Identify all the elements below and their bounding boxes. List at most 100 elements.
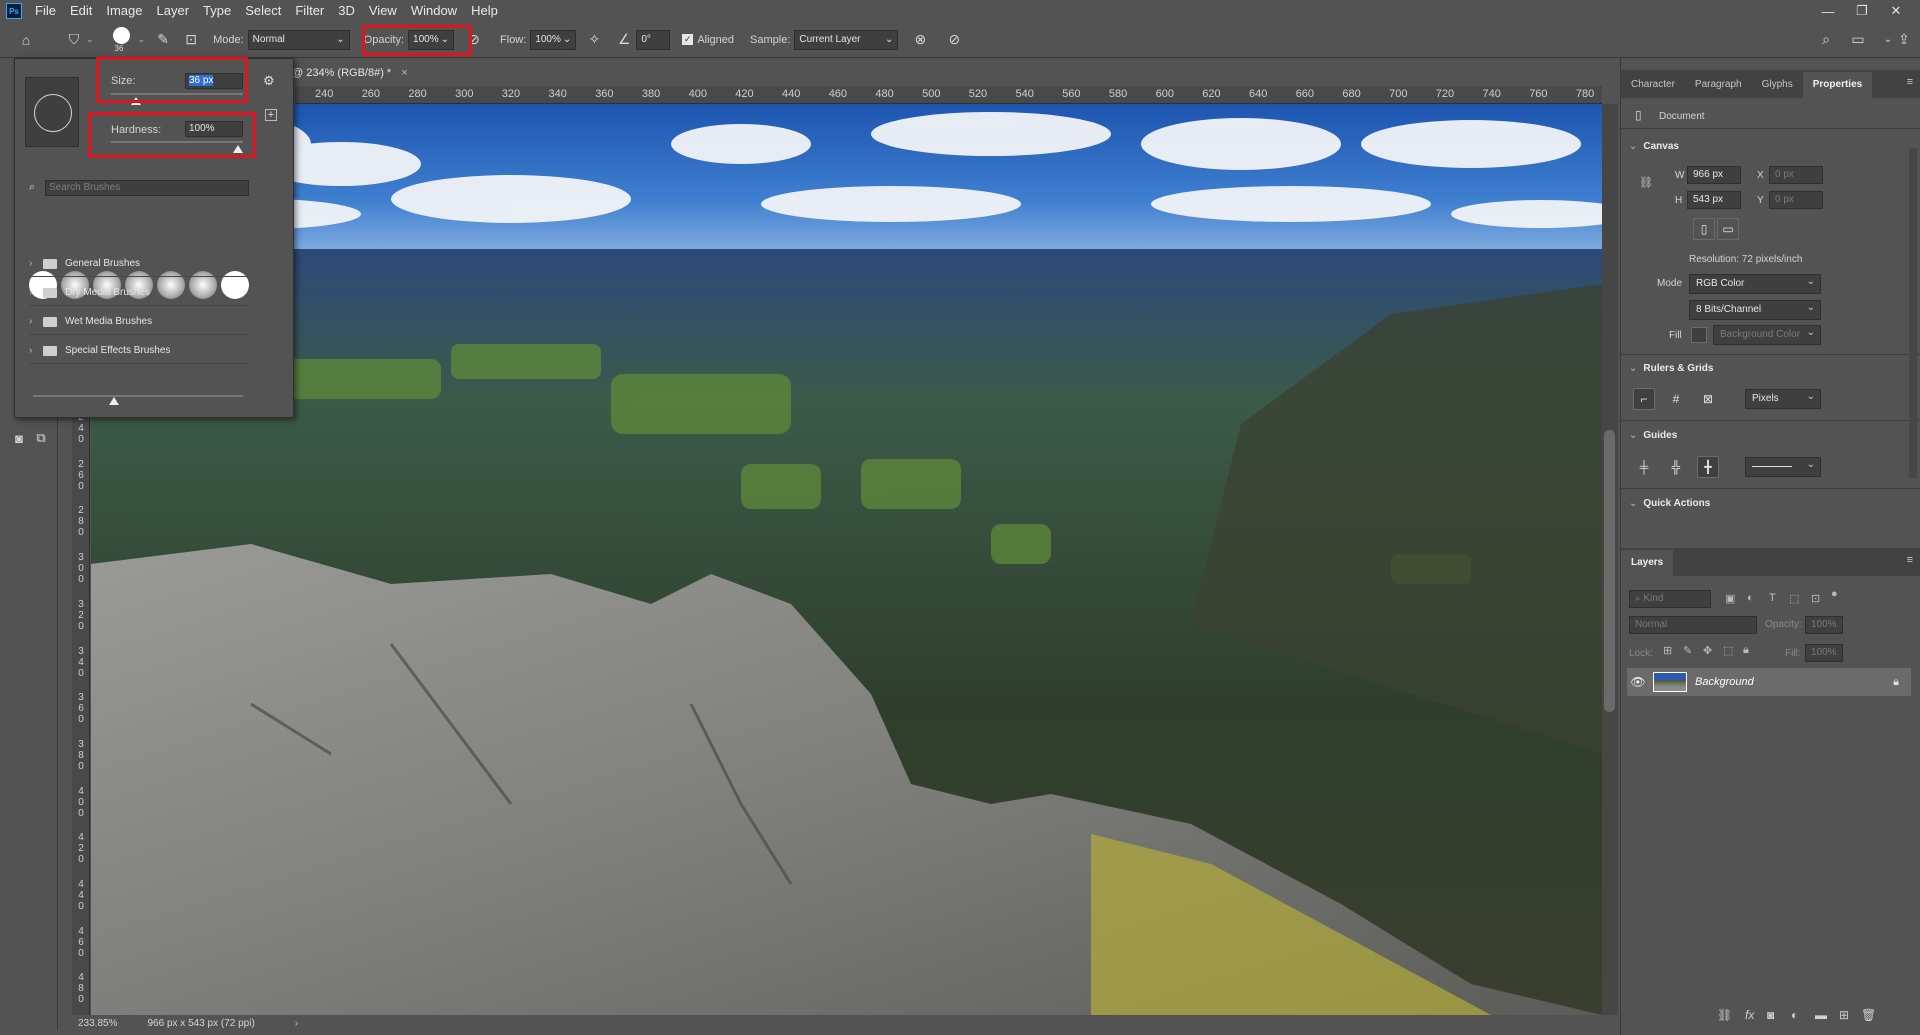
guides-section-title[interactable]: ⌄ Guides — [1629, 430, 1677, 441]
layer-name[interactable]: Background — [1695, 676, 1754, 688]
workspace-icon[interactable]: ▭ — [1846, 28, 1870, 52]
panel-menu-icon[interactable]: ≡ — [1907, 76, 1913, 88]
smart-guides-icon[interactable]: ╋ — [1697, 456, 1719, 478]
trash-icon[interactable]: 🗑︎ — [1861, 1008, 1876, 1022]
pixel-grid-icon[interactable]: ⊠ — [1697, 388, 1719, 410]
menu-help[interactable]: Help — [464, 0, 505, 22]
clone-source-icon[interactable]: ⊡ — [179, 28, 203, 52]
photoshop-logo[interactable]: Ps — [6, 3, 22, 19]
pressure-size-icon[interactable]: ⊘ — [942, 28, 966, 52]
menu-3d[interactable]: 3D — [331, 0, 362, 22]
menu-image[interactable]: Image — [99, 0, 149, 22]
lock-icon[interactable]: 🔒︎ — [1893, 676, 1899, 689]
airbrush-icon[interactable]: ✧ — [582, 28, 606, 52]
properties-scrollbar[interactable] — [1909, 148, 1917, 478]
quick-mask-icon[interactable]: ◙ — [8, 428, 30, 448]
brush-preset-picker[interactable]: 36 — [106, 24, 138, 56]
height-input[interactable]: 543 px — [1687, 191, 1741, 209]
mode-select[interactable]: Normal ⌄ — [247, 29, 350, 50]
canvas-section-title[interactable]: ⌄ Canvas — [1629, 141, 1679, 152]
blend-mode-select[interactable]: Normal — [1629, 616, 1757, 634]
search-icon[interactable]: ⌕ — [1814, 28, 1838, 52]
preview-size-slider-track[interactable] — [33, 395, 243, 397]
menu-window[interactable]: Window — [404, 0, 464, 22]
menu-select[interactable]: Select — [238, 0, 288, 22]
layer-mask-icon[interactable]: ◙ — [1767, 1008, 1774, 1022]
link-icon[interactable]: ⛓ — [1639, 176, 1653, 189]
landscape-orientation-icon[interactable]: ▭ — [1717, 218, 1739, 240]
smart-object-filter-icon[interactable]: ⊡ — [1811, 592, 1820, 605]
brush-folder[interactable]: › General Brushes — [29, 251, 249, 277]
minimize-button[interactable]: — — [1812, 0, 1844, 22]
lock-transparency-icon[interactable]: ⊞ — [1663, 644, 1672, 657]
menu-type[interactable]: Type — [196, 0, 238, 22]
brush-folder[interactable]: › Dry Media Brushes — [29, 280, 249, 306]
adjustment-layer-icon[interactable]: ◐ — [1791, 1008, 1798, 1022]
brush-folder[interactable]: › Special Effects Brushes — [29, 338, 249, 364]
fill-swatch[interactable] — [1691, 327, 1707, 343]
ruler-units-select[interactable]: Pixels — [1745, 388, 1821, 409]
tab-glyphs[interactable]: Glyphs — [1752, 72, 1803, 98]
quick-actions-section-title[interactable]: ⌄ Quick Actions — [1629, 498, 1710, 509]
share-icon[interactable]: ⇪ — [1892, 28, 1916, 52]
guides-toggle-icon[interactable]: ╪ — [1633, 456, 1655, 478]
shape-filter-icon[interactable]: ⬚ — [1789, 592, 1799, 605]
width-input[interactable]: 966 px — [1687, 166, 1741, 184]
flow-input[interactable]: 100% ⌄ — [530, 29, 577, 50]
layer-kind-filter[interactable]: ⌕ Kind — [1629, 590, 1711, 608]
lock-position-icon[interactable]: ✥ — [1703, 644, 1712, 657]
grid-toggle-icon[interactable]: # — [1665, 388, 1687, 410]
pixel-filter-icon[interactable]: ▣ — [1725, 592, 1735, 605]
tab-character[interactable]: Character — [1621, 72, 1685, 98]
home-icon[interactable]: ⌂ — [14, 28, 38, 52]
gear-icon[interactable]: ⚙ — [263, 73, 275, 89]
vertical-scrollbar-thumb[interactable] — [1604, 430, 1615, 712]
brush-settings-icon[interactable]: ✎ — [151, 28, 175, 52]
tab-properties[interactable]: Properties — [1802, 72, 1873, 98]
portrait-orientation-icon[interactable]: ▯ — [1693, 218, 1715, 240]
brush-picker-chevron-icon[interactable]: ⌄ — [138, 34, 146, 45]
link-layers-icon[interactable]: ⛓ — [1717, 1008, 1732, 1022]
tab-layers[interactable]: Layers — [1621, 550, 1674, 576]
eye-icon[interactable]: 👁︎ — [1627, 675, 1649, 689]
rulers-grids-section-title[interactable]: ⌄ Rulers & Grids — [1629, 363, 1713, 374]
brush-angle-circle-icon[interactable] — [34, 94, 72, 132]
lock-all-icon[interactable]: 🔒︎ — [1743, 644, 1749, 657]
new-layer-icon[interactable]: ⊞ — [1839, 1008, 1849, 1022]
ruler-toggle-icon[interactable]: ⌐ — [1633, 388, 1655, 410]
guide-style-select[interactable] — [1745, 456, 1821, 477]
new-guide-icon[interactable]: ╬ — [1665, 456, 1687, 478]
brush-search-input[interactable]: Search Brushes — [45, 180, 249, 196]
clone-stamp-tool-icon[interactable]: ⛉ — [62, 28, 86, 52]
lock-pixels-icon[interactable]: ✎ — [1683, 644, 1692, 657]
menu-view[interactable]: View — [362, 0, 404, 22]
brush-folder[interactable]: › Wet Media Brushes — [29, 309, 249, 335]
canvas-image[interactable] — [91, 104, 1602, 1015]
angle-input[interactable]: 0° — [636, 29, 671, 50]
tab-paragraph[interactable]: Paragraph — [1685, 72, 1752, 98]
layer-fill-input[interactable]: 100% — [1805, 644, 1843, 662]
document-tab[interactable]: @ 234% (RGB/8#) * × — [280, 62, 420, 84]
fx-icon[interactable]: fx — [1745, 1008, 1754, 1022]
layer-opacity-input[interactable]: 100% — [1805, 616, 1843, 634]
aligned-checkbox[interactable]: ✓ — [682, 34, 694, 45]
zoom-readout[interactable]: 233.85% — [78, 1018, 117, 1029]
menu-edit[interactable]: Edit — [63, 0, 99, 22]
color-mode-select[interactable]: RGB Color — [1689, 273, 1821, 294]
restore-button[interactable]: ❐ — [1846, 0, 1878, 22]
horizontal-ruler[interactable]: 240 260 280 300 320 340 360 380 400 420 440 460 480 5… — [295, 86, 1602, 104]
chevron-down-icon[interactable]: ⌄ — [86, 34, 94, 45]
fill-select[interactable]: Background Color — [1713, 324, 1821, 345]
type-filter-icon[interactable]: T — [1769, 592, 1776, 604]
menu-filter[interactable]: Filter — [288, 0, 331, 22]
close-tab-icon[interactable]: × — [401, 67, 407, 79]
x-input[interactable]: 0 px — [1769, 166, 1823, 184]
layer-row-background[interactable]: 👁︎ Background 🔒︎ — [1627, 668, 1911, 696]
adjustment-filter-icon[interactable]: ◐ — [1747, 592, 1754, 604]
y-input[interactable]: 0 px — [1769, 191, 1823, 209]
filter-toggle-icon[interactable]: ● — [1831, 588, 1838, 600]
preview-size-slider-thumb[interactable] — [109, 397, 119, 405]
panel-menu-icon[interactable]: ≡ — [1907, 554, 1913, 566]
sample-select[interactable]: Current Layer ⌄ — [794, 29, 899, 50]
new-preset-icon[interactable]: + — [265, 109, 277, 121]
